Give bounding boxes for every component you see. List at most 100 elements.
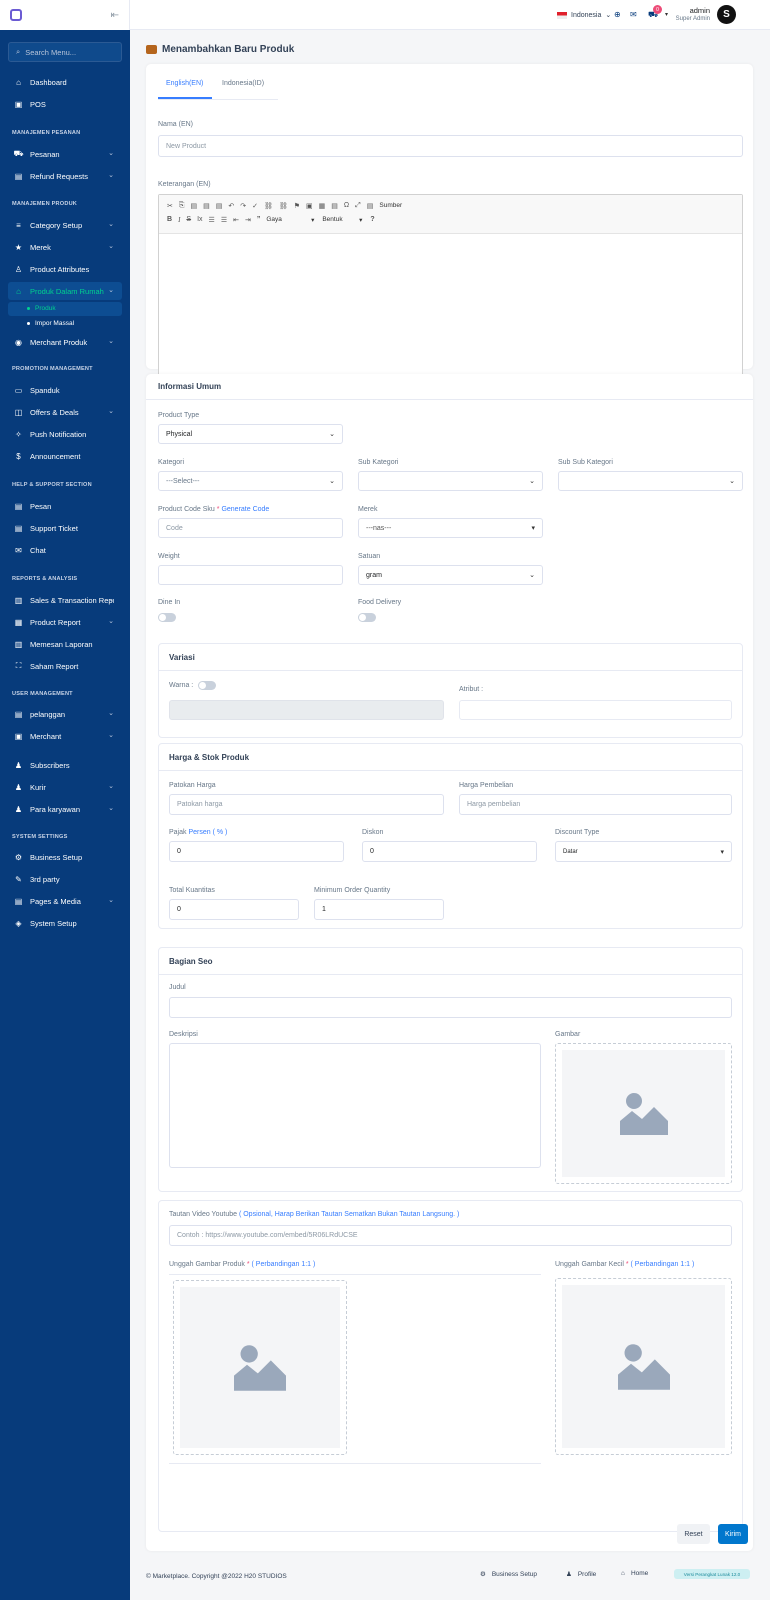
- sidebar-item-spanduk[interactable]: ▭ Spanduk: [8, 381, 122, 399]
- tab-indonesia[interactable]: Indonesia(ID): [222, 80, 264, 87]
- blockquote-icon[interactable]: ”: [257, 216, 261, 223]
- sidebar-item-category[interactable]: ≡ Category Setup ⌄: [8, 216, 122, 234]
- sidebar-item-pesan[interactable]: ▤ Pesan: [8, 497, 122, 515]
- sidebar-search-input[interactable]: ⌕ Search Menu...: [8, 42, 122, 62]
- reset-button[interactable]: Reset: [677, 1524, 710, 1544]
- food-delivery-toggle[interactable]: [358, 613, 376, 622]
- sidebar-item-pelanggan[interactable]: ▤ pelanggan ⌄: [8, 705, 122, 723]
- sub-kategori-select[interactable]: ⌄: [358, 471, 543, 491]
- sidebar-item-business[interactable]: ⚙ Business Setup: [8, 848, 122, 866]
- collapse-sidebar-icon[interactable]: ⇤: [111, 10, 119, 21]
- outdent-icon[interactable]: ⇤: [233, 216, 239, 224]
- diskon-input[interactable]: 0: [362, 841, 537, 862]
- sidebar-item-third-party[interactable]: ✎ 3rd party: [8, 870, 122, 888]
- footer-profile-link[interactable]: ♟ Profile: [566, 1570, 596, 1579]
- cut-icon[interactable]: ✂: [167, 202, 173, 210]
- help-icon[interactable]: ?: [370, 216, 374, 223]
- clear-format-icon[interactable]: Ix: [197, 216, 202, 223]
- footer-business-link[interactable]: ⚙ Business Setup: [480, 1570, 537, 1579]
- style-select[interactable]: Gaya ▾: [266, 216, 314, 224]
- special-char-icon[interactable]: Ω: [344, 202, 349, 209]
- link-icon[interactable]: ⛓: [264, 202, 273, 210]
- footer-home-link[interactable]: ⌂ Home: [621, 1570, 648, 1577]
- name-input[interactable]: New Product: [158, 135, 743, 157]
- hline-icon[interactable]: ▤: [331, 202, 338, 210]
- user-info[interactable]: admin Super Admin: [670, 6, 710, 22]
- brand-logo[interactable]: [10, 9, 22, 21]
- sidebar-item-product-report[interactable]: ▦ Product Report ⌄: [8, 613, 122, 631]
- min-order-input[interactable]: 1: [314, 899, 444, 920]
- sidebar-item-pages[interactable]: ▤ Pages & Media ⌄: [8, 892, 122, 910]
- bullet-list-icon[interactable]: ☰: [221, 216, 227, 224]
- sidebar-item-kurir[interactable]: ♟ Kurir ⌄: [8, 778, 122, 796]
- numbered-list-icon[interactable]: ☰: [209, 216, 215, 224]
- sidebar-item-sales[interactable]: ▥ Sales & Transaction Report ⌄: [8, 591, 122, 609]
- sidebar-item-pesanan[interactable]: ⛟ Pesanan ⌄: [8, 145, 122, 163]
- indent-icon[interactable]: ⇥: [245, 216, 251, 224]
- weight-input[interactable]: [158, 565, 343, 585]
- undo-icon[interactable]: ↶: [228, 202, 234, 210]
- sidebar-item-ticket[interactable]: ▤ Support Ticket: [8, 519, 122, 537]
- sidebar-item-merchant[interactable]: ▣ Merchant ⌄: [8, 727, 122, 745]
- paste-text-icon[interactable]: ▤: [203, 202, 210, 210]
- patokan-input[interactable]: Patokan harga: [169, 794, 444, 815]
- italic-icon[interactable]: I: [178, 216, 180, 224]
- image-icon[interactable]: ▣: [306, 202, 313, 210]
- unlink-icon[interactable]: ⛓: [279, 202, 288, 210]
- submit-button[interactable]: Kirim: [718, 1524, 748, 1544]
- product-image-upload[interactable]: [173, 1280, 347, 1455]
- total-input[interactable]: 0: [169, 899, 299, 920]
- language-selector[interactable]: Indonesia ⌄: [557, 11, 611, 19]
- paste-icon[interactable]: ▤: [190, 202, 197, 210]
- sidebar-item-merchant-produk[interactable]: ◉ Merchant Produk ⌄: [8, 333, 122, 351]
- satuan-select[interactable]: gram ⌄: [358, 565, 543, 585]
- sidebar-item-pos[interactable]: ▣ POS: [8, 95, 122, 113]
- sidebar-item-dashboard[interactable]: ⌂ Dashboard: [8, 73, 122, 91]
- mail-icon[interactable]: ✉: [630, 10, 637, 19]
- maximize-icon[interactable]: ⤢: [355, 202, 361, 210]
- sub-sub-kategori-select[interactable]: ⌄: [558, 471, 743, 491]
- sidebar-item-refund[interactable]: ▤ Refund Requests ⌄: [8, 167, 122, 185]
- warna-select[interactable]: [169, 700, 444, 720]
- dropdown-caret-icon[interactable]: ▾: [665, 11, 668, 18]
- sidebar-item-push[interactable]: ✧ Push Notification: [8, 425, 122, 443]
- product-type-select[interactable]: Physical ⌄: [158, 424, 343, 444]
- sidebar-item-announcement[interactable]: $ Announcement: [8, 447, 122, 465]
- sidebar-item-merek[interactable]: ★ Merek ⌄: [8, 238, 122, 256]
- seo-image-upload[interactable]: [555, 1043, 732, 1184]
- sidebar-item-subscribers[interactable]: ♟ Subscribers: [8, 756, 122, 774]
- sidebar-item-saham[interactable]: ⛶ Saham Report: [8, 657, 122, 675]
- deskripsi-textarea[interactable]: [169, 1043, 541, 1168]
- sidebar-subitem-produk[interactable]: Produk: [27, 305, 56, 312]
- warna-toggle[interactable]: [198, 681, 216, 690]
- copy-icon[interactable]: ⎘: [179, 202, 185, 210]
- youtube-input[interactable]: Contoh : https://www.youtube.com/embed/5…: [169, 1225, 732, 1246]
- kategori-select[interactable]: ---Select--- ⌄: [158, 471, 343, 491]
- sidebar-item-inhouse-product[interactable]: ⌂ Produk Dalam Rumah ⌄: [8, 282, 122, 300]
- dine-in-toggle[interactable]: [158, 613, 176, 622]
- sidebar-item-system[interactable]: ◈ System Setup: [8, 914, 122, 932]
- anchor-icon[interactable]: ⚑: [294, 202, 300, 210]
- atribut-select[interactable]: [459, 700, 732, 720]
- pajak-input[interactable]: 0: [169, 841, 344, 862]
- thumbnail-upload[interactable]: [555, 1278, 732, 1455]
- bold-icon[interactable]: B: [167, 216, 172, 223]
- sidebar-item-offers[interactable]: ◫ Offers & Deals ⌄: [8, 403, 122, 421]
- globe-icon[interactable]: ⊕: [614, 10, 621, 19]
- sidebar-item-chat[interactable]: ✉ Chat: [8, 541, 122, 559]
- paste-word-icon[interactable]: ▤: [216, 202, 223, 210]
- tab-english[interactable]: English(EN): [166, 80, 203, 87]
- source-button[interactable]: Sumber: [379, 202, 402, 209]
- table-icon[interactable]: ▦: [319, 202, 326, 210]
- sku-input[interactable]: Code: [158, 518, 343, 538]
- source-icon[interactable]: ▤: [367, 202, 374, 210]
- sidebar-subitem-impor[interactable]: Impor Massal: [27, 320, 74, 327]
- judul-input[interactable]: [169, 997, 732, 1018]
- sidebar-item-karyawan[interactable]: ♟ Para karyawan ⌄: [8, 800, 122, 818]
- strike-icon[interactable]: S: [186, 216, 191, 223]
- sidebar-item-memesan[interactable]: ▥ Memesan Laporan: [8, 635, 122, 653]
- spellcheck-icon[interactable]: ✓: [252, 202, 258, 210]
- generate-code-link[interactable]: Generate Code: [221, 506, 269, 513]
- merek-select[interactable]: ---nas--- ▾: [358, 518, 543, 538]
- pembelian-input[interactable]: Harga pembelian: [459, 794, 732, 815]
